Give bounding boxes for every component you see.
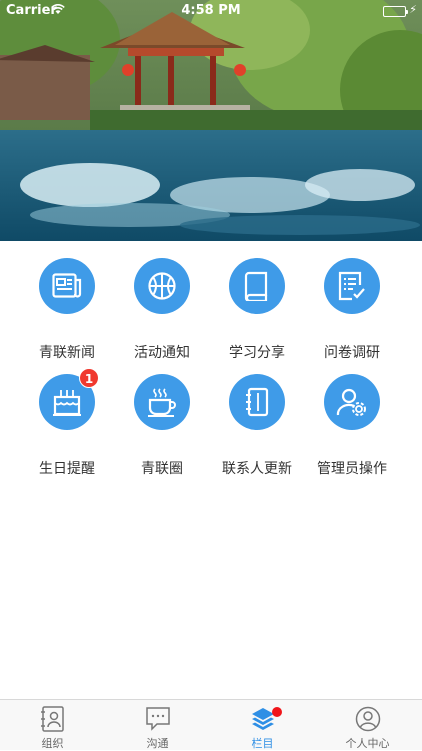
contacts-card-icon <box>40 706 66 732</box>
tab-columns-label: 栏目 <box>251 737 274 750</box>
tab-organization-label: 组织 <box>41 737 64 750</box>
battery-icon <box>383 6 408 17</box>
grid-label-news: 青联新闻 <box>39 345 95 361</box>
admin-settings-icon <box>324 374 380 430</box>
grid-label-youth-circle: 青联圈 <box>141 461 183 477</box>
checklist-icon <box>324 258 380 314</box>
basketball-icon <box>134 258 190 314</box>
hero-banner-image[interactable] <box>0 0 422 241</box>
status-bar: Carrier 4:58 PM ⚡ <box>0 0 422 22</box>
grid-label-contact-update: 联系人更新 <box>222 461 292 477</box>
tab-communication-label: 沟通 <box>146 737 169 750</box>
book-icon <box>229 258 285 314</box>
grid-label-survey: 问卷调研 <box>324 345 380 361</box>
tab-personal-center-label: 个人中心 <box>345 737 390 750</box>
grid-label-study-share: 学习分享 <box>229 345 285 361</box>
tab-columns[interactable]: 栏目 <box>210 700 315 751</box>
tab-communication[interactable]: 沟通 <box>105 700 210 751</box>
grid-item-birthday[interactable]: 1 生日提醒 <box>19 368 115 484</box>
grid-item-youth-circle[interactable]: 青联圈 <box>114 374 210 484</box>
grid-item-survey[interactable]: 问卷调研 <box>304 258 400 368</box>
tab-columns-red-dot <box>272 707 282 717</box>
grid-item-contact-update[interactable]: 联系人更新 <box>209 374 305 484</box>
user-profile-icon <box>355 706 381 732</box>
tab-personal-center[interactable]: 个人中心 <box>315 700 420 751</box>
grid-item-admin[interactable]: 管理员操作 <box>304 374 400 484</box>
grid-item-activity-notice[interactable]: 活动通知 <box>114 258 210 368</box>
charging-icon: ⚡ <box>409 3 417 16</box>
grid-label-birthday: 生日提醒 <box>39 461 95 477</box>
tab-organization[interactable]: 组织 <box>0 700 105 751</box>
grid-label-activity-notice: 活动通知 <box>134 345 190 361</box>
grid-item-news[interactable]: 青联新闻 <box>19 258 115 368</box>
newspaper-icon <box>39 258 95 314</box>
grid-label-admin: 管理员操作 <box>317 461 387 477</box>
grid-item-study-share[interactable]: 学习分享 <box>209 258 305 368</box>
bottom-tab-bar: 组织 沟通 栏目 个人中心 <box>0 699 422 750</box>
coffee-cup-icon <box>134 374 190 430</box>
status-time: 4:58 PM <box>181 3 241 18</box>
birthday-notification-badge: 1 <box>79 368 99 388</box>
chat-bubble-icon <box>145 706 171 732</box>
address-book-icon <box>229 374 285 430</box>
